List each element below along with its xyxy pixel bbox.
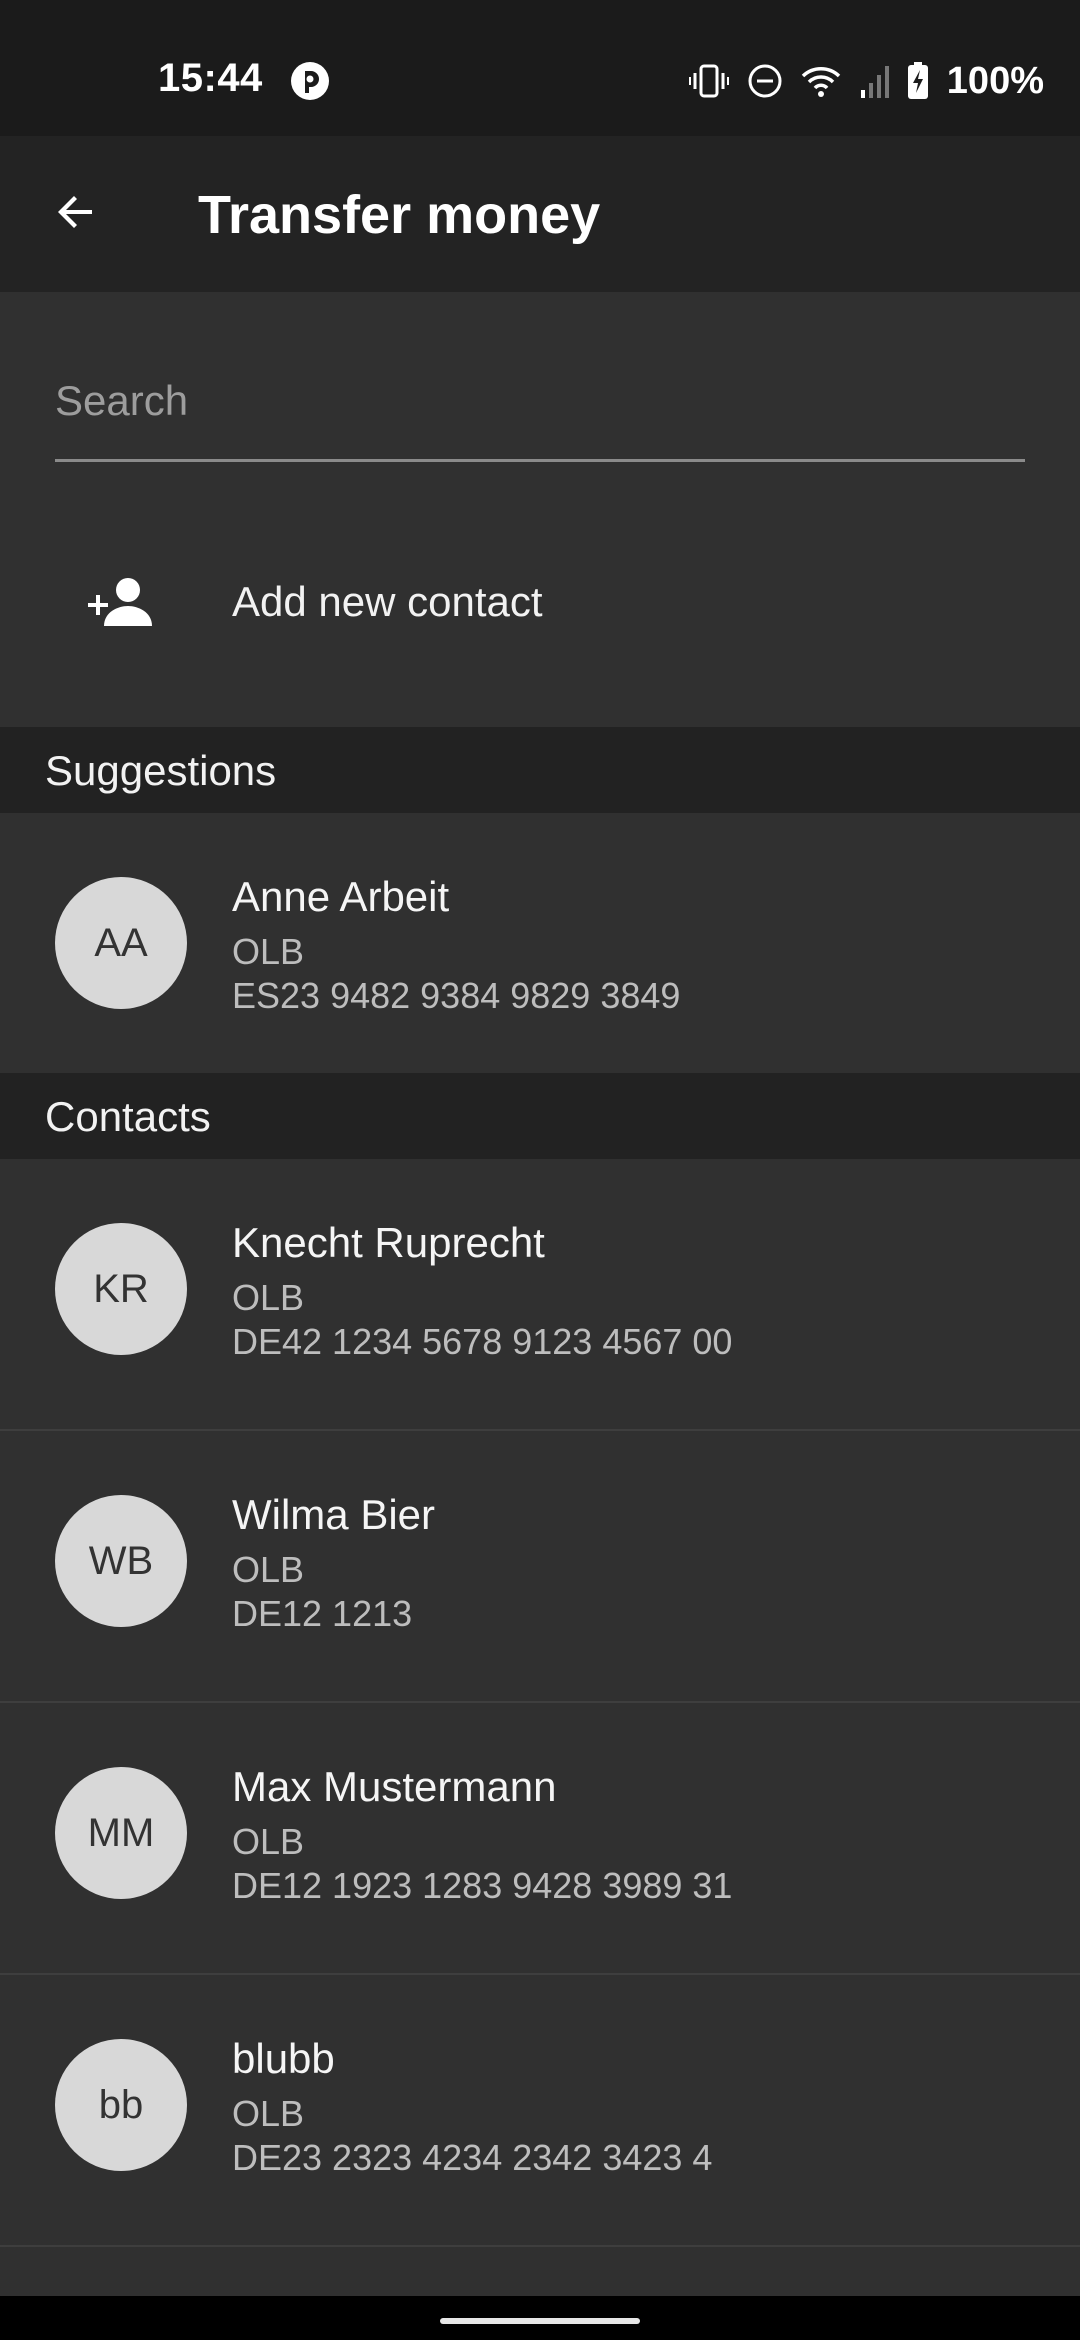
vibrate-icon bbox=[688, 63, 729, 99]
contact-name: blubb bbox=[232, 2035, 335, 2082]
suggestions-header-label: Suggestions bbox=[45, 747, 277, 794]
cellular-signal-icon bbox=[859, 64, 889, 98]
system-navigation-bar bbox=[0, 2296, 1080, 2340]
battery-percentage: 100% bbox=[946, 59, 1044, 102]
page-title: Transfer money bbox=[198, 185, 601, 245]
back-button[interactable] bbox=[44, 182, 108, 246]
contact-name: Wilma Bier bbox=[232, 1491, 436, 1538]
contact-name: Max Mustermann bbox=[232, 1763, 557, 1810]
contact-name: Knecht Ruprecht bbox=[232, 1219, 545, 1266]
contacts-header: Contacts bbox=[0, 1073, 1080, 1159]
do-not-disturb-icon bbox=[747, 63, 783, 99]
add-new-contact-button[interactable]: Add new contact bbox=[0, 540, 1080, 670]
suggestion-row[interactable]: AA Anne Arbeit OLB ES23 9482 9384 9829 3… bbox=[0, 813, 1080, 1085]
contact-bank: OLB bbox=[232, 1549, 305, 1590]
add-new-contact-label: Add new contact bbox=[232, 578, 543, 625]
status-bar: 15:44 100% bbox=[0, 0, 1080, 136]
status-time: 15:44 bbox=[158, 56, 263, 100]
contact-iban: DE42 1234 5678 9123 4567 00 bbox=[232, 1321, 733, 1362]
contact-bank: OLB bbox=[232, 2093, 305, 2134]
contact-bank: OLB bbox=[232, 1821, 305, 1862]
avatar: MM bbox=[55, 1767, 187, 1899]
app-notification-icon bbox=[290, 61, 330, 101]
contact-iban: DE12 1213 bbox=[232, 1593, 413, 1634]
status-icons: 100% bbox=[688, 58, 1044, 104]
avatar: WB bbox=[55, 1495, 187, 1627]
contact-row[interactable]: KR Knecht Ruprecht OLB DE42 1234 5678 91… bbox=[0, 1159, 1080, 1431]
contact-bank: OLB bbox=[232, 1277, 305, 1318]
contact-iban: DE12 1923 1283 9428 3989 31 bbox=[232, 1865, 733, 1906]
contact-row[interactable]: WB Wilma Bier OLB DE12 1213 bbox=[0, 1431, 1080, 1703]
app-bar: Transfer money bbox=[0, 136, 1080, 292]
avatar: AA bbox=[55, 877, 187, 1009]
contact-iban: DE23 2323 4234 2342 3423 4 bbox=[232, 2137, 713, 2178]
person-add-icon bbox=[88, 576, 154, 628]
contact-iban: ES23 9482 9384 9829 3849 bbox=[232, 975, 681, 1016]
contact-bank: OLB bbox=[232, 931, 305, 972]
contact-name: Anne Arbeit bbox=[232, 873, 450, 920]
contact-row[interactable]: MM Max Mustermann OLB DE12 1923 1283 942… bbox=[0, 1703, 1080, 1975]
arrow-back-icon bbox=[52, 188, 100, 241]
search-input[interactable] bbox=[55, 362, 1025, 462]
search-field bbox=[55, 362, 1025, 486]
contact-row[interactable]: bb blubb OLB DE23 2323 4234 2342 3423 4 bbox=[0, 1975, 1080, 2247]
battery-charging-icon bbox=[907, 62, 929, 100]
suggestions-header: Suggestions bbox=[0, 727, 1080, 813]
home-gesture-handle[interactable] bbox=[440, 2318, 640, 2324]
wifi-icon bbox=[801, 64, 841, 98]
avatar: KR bbox=[55, 1223, 187, 1355]
avatar: bb bbox=[55, 2039, 187, 2171]
contacts-header-label: Contacts bbox=[45, 1093, 211, 1140]
